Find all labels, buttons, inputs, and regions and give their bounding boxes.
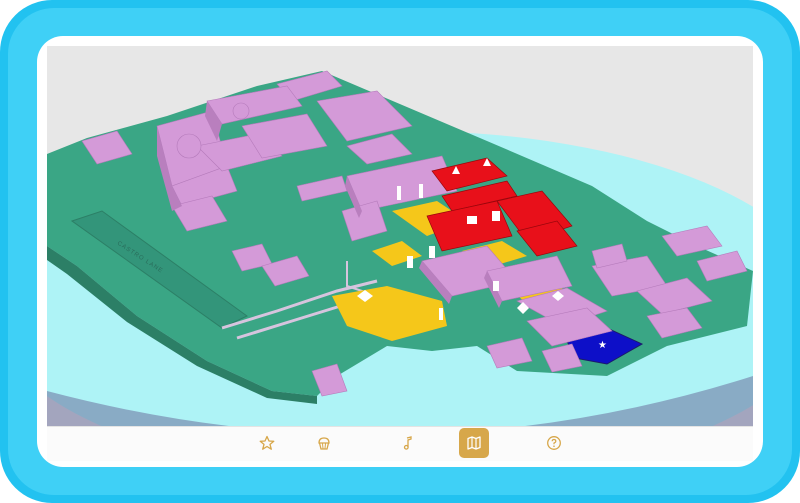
tab-favorites[interactable] xyxy=(252,428,282,458)
svg-text:★: ★ xyxy=(598,340,607,351)
tab-music[interactable] xyxy=(393,428,423,458)
help-icon xyxy=(547,436,561,450)
app-screen: CASTRO LANE ★ xyxy=(37,36,763,467)
campus-3d-map[interactable]: CASTRO LANE ★ xyxy=(47,46,753,426)
tab-map[interactable] xyxy=(459,428,489,458)
cupcake-icon xyxy=(318,437,330,450)
device-frame: CASTRO LANE ★ xyxy=(0,0,800,503)
bottom-tab-bar xyxy=(47,426,753,461)
map-icon xyxy=(467,436,481,450)
music-note-icon xyxy=(403,436,412,450)
tab-help[interactable] xyxy=(539,428,569,458)
tab-food[interactable] xyxy=(309,428,339,458)
star-icon xyxy=(259,435,275,450)
map-canvas[interactable]: CASTRO LANE ★ xyxy=(47,46,753,426)
